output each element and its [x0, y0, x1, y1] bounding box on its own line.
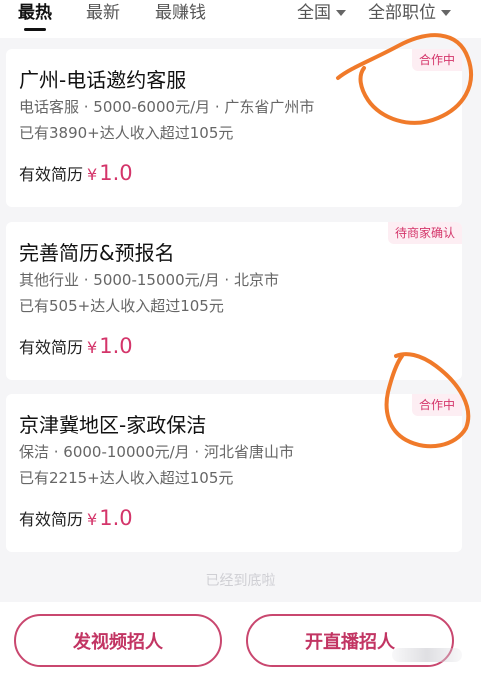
- job-card[interactable]: 合作中 京津冀地区-家政保洁 保洁 · 6000-10000元/月 · 河北省唐…: [6, 394, 462, 552]
- filter-bar: 最热 最新 最赚钱 全国 全部职位: [0, 0, 481, 38]
- job-meta: 其他行业 · 5000-15000元/月 · 北京市: [19, 271, 279, 289]
- caret-down-icon: [336, 10, 346, 16]
- reward-currency: ¥: [87, 165, 98, 184]
- job-card[interactable]: 合作中 广州-电话邀约客服 电话客服 · 5000-6000元/月 · 广东省广…: [6, 49, 462, 207]
- reward-value: 1.0: [99, 161, 133, 185]
- tab-hot[interactable]: 最热: [18, 2, 52, 24]
- reward-label: 有效简历: [19, 165, 84, 184]
- caret-down-icon: [441, 10, 451, 16]
- active-tab-indicator: [24, 28, 46, 31]
- status-badge: 合作中: [411, 49, 462, 71]
- category-dropdown-label: 全部职位: [368, 3, 436, 23]
- tab-most-profitable[interactable]: 最赚钱: [155, 2, 206, 24]
- job-title: 完善简历&预报名: [19, 241, 175, 265]
- job-reward: 有效简历 ¥ 1.0: [19, 506, 133, 530]
- status-badge: 合作中: [411, 394, 462, 416]
- end-of-list-text: 已经到底啦: [205, 573, 276, 589]
- job-card[interactable]: 待商家确认 完善简历&预报名 其他行业 · 5000-15000元/月 · 北京…: [6, 222, 462, 380]
- watermark-smudge: [392, 648, 462, 662]
- category-dropdown[interactable]: 全部职位: [368, 2, 451, 24]
- reward-value: 1.0: [99, 334, 133, 358]
- reward-label: 有效简历: [19, 510, 84, 529]
- reward-currency: ¥: [87, 338, 98, 357]
- job-meta: 保洁 · 6000-10000元/月 · 河北省唐山市: [19, 443, 294, 461]
- region-dropdown[interactable]: 全国: [297, 2, 346, 24]
- job-meta: 电话客服 · 5000-6000元/月 · 广东省广州市: [19, 98, 315, 116]
- status-badge: 待商家确认: [387, 222, 462, 244]
- job-reward: 有效简历 ¥ 1.0: [19, 161, 133, 185]
- reward-currency: ¥: [87, 510, 98, 529]
- reward-label: 有效简历: [19, 338, 84, 357]
- video-recruit-button[interactable]: 发视频招人: [14, 614, 222, 667]
- job-title: 京津冀地区-家政保洁: [19, 413, 207, 437]
- job-earner-stat: 已有505+达人收入超过105元: [19, 297, 224, 315]
- job-reward: 有效简历 ¥ 1.0: [19, 334, 133, 358]
- region-dropdown-label: 全国: [297, 3, 331, 23]
- job-earner-stat: 已有3890+达人收入超过105元: [19, 124, 234, 142]
- bottom-action-bar: 发视频招人 开直播招人: [0, 602, 481, 675]
- job-earner-stat: 已有2215+达人收入超过105元: [19, 469, 234, 487]
- tab-newest[interactable]: 最新: [86, 2, 120, 24]
- job-title: 广州-电话邀约客服: [19, 68, 187, 92]
- reward-value: 1.0: [99, 506, 133, 530]
